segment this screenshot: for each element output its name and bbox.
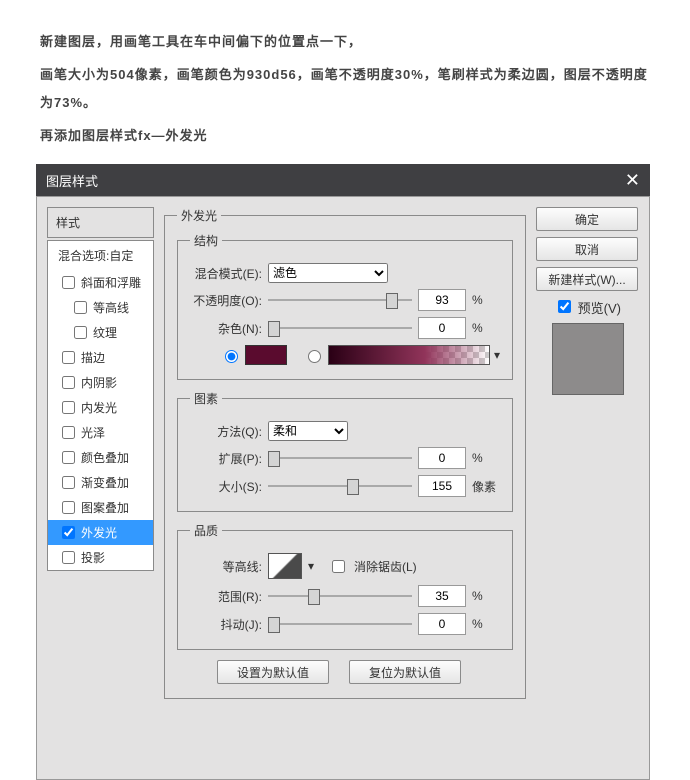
intro-line3: 再添加图层样式fx—外发光: [40, 122, 650, 151]
preview-checkbox[interactable]: [558, 300, 571, 313]
jitter-input[interactable]: [418, 613, 466, 635]
intro-line2: 画笔大小为504像素，画笔颜色为930d56，画笔不透明度30%，笔刷样式为柔边…: [40, 61, 650, 118]
color-swatch[interactable]: [245, 345, 287, 365]
style-item-satin[interactable]: 光泽: [48, 420, 153, 445]
noise-input[interactable]: [418, 317, 466, 339]
close-icon[interactable]: ✕: [625, 170, 640, 191]
gradient-picker[interactable]: [328, 345, 490, 365]
style-item-dropshadow[interactable]: 投影: [48, 545, 153, 570]
preview-label: 预览(V): [578, 301, 621, 316]
elements-legend: 图素: [190, 390, 222, 407]
blend-options-header[interactable]: 混合选项:自定: [48, 241, 153, 270]
contour-picker[interactable]: [268, 553, 302, 579]
new-style-button[interactable]: 新建样式(W)...: [536, 267, 638, 291]
center-panel: 外发光 结构 混合模式(E): 滤色 不透明度(O): %: [164, 207, 526, 709]
quality-group: 品质 等高线: ▾ 消除锯齿(L) 范围(R): % 抖动(J):: [177, 522, 513, 650]
checkbox-patternoverlay[interactable]: [62, 501, 75, 514]
antialias-checkbox[interactable]: [332, 560, 345, 573]
jitter-slider[interactable]: [268, 617, 412, 631]
spread-slider[interactable]: [268, 451, 412, 465]
style-item-innerglow[interactable]: 内发光: [48, 395, 153, 420]
style-item-coloroverlay[interactable]: 颜色叠加: [48, 445, 153, 470]
spread-label: 扩展(P):: [190, 450, 262, 467]
structure-legend: 结构: [190, 232, 222, 249]
jitter-unit: %: [472, 617, 500, 631]
style-item-bevel[interactable]: 斜面和浮雕: [48, 270, 153, 295]
method-label: 方法(Q):: [190, 423, 262, 440]
spread-unit: %: [472, 451, 500, 465]
style-list: 混合选项:自定 斜面和浮雕 等高线 纹理 描边 内阴影 内发光 光泽 颜色叠加 …: [47, 240, 154, 571]
size-label: 大小(S):: [190, 478, 262, 495]
style-item-texture[interactable]: 纹理: [48, 320, 153, 345]
checkbox-contour[interactable]: [74, 301, 87, 314]
right-panel: 确定 取消 新建样式(W)... 预览(V): [536, 207, 639, 709]
style-item-outerglow[interactable]: 外发光: [48, 520, 153, 545]
checkbox-bevel[interactable]: [62, 276, 75, 289]
quality-legend: 品质: [190, 522, 222, 539]
reset-default-button[interactable]: 复位为默认值: [349, 660, 461, 684]
style-item-innershadow[interactable]: 内阴影: [48, 370, 153, 395]
range-input[interactable]: [418, 585, 466, 607]
size-input[interactable]: [418, 475, 466, 497]
jitter-label: 抖动(J):: [190, 616, 262, 633]
range-label: 范围(R):: [190, 588, 262, 605]
layer-style-dialog: 图层样式 ✕ 样式 混合选项:自定 斜面和浮雕 等高线 纹理 描边 内阴影 内发…: [36, 164, 650, 780]
opacity-slider[interactable]: [268, 293, 412, 307]
style-item-patternoverlay[interactable]: 图案叠加: [48, 495, 153, 520]
antialias-label: 消除锯齿(L): [354, 558, 417, 575]
contour-label: 等高线:: [190, 558, 262, 575]
color-radio[interactable]: [225, 350, 238, 363]
opacity-label: 不透明度(O):: [190, 292, 262, 309]
noise-unit: %: [472, 321, 500, 335]
style-item-gradientoverlay[interactable]: 渐变叠加: [48, 470, 153, 495]
gradient-dropdown-icon[interactable]: ▾: [494, 348, 500, 362]
size-slider[interactable]: [268, 479, 412, 493]
left-panel: 样式 混合选项:自定 斜面和浮雕 等高线 纹理 描边 内阴影 内发光 光泽 颜色…: [47, 207, 154, 709]
method-select[interactable]: 柔和: [268, 421, 348, 441]
checkbox-innershadow[interactable]: [62, 376, 75, 389]
contour-dropdown-icon[interactable]: ▾: [308, 559, 314, 573]
opacity-input[interactable]: [418, 289, 466, 311]
checkbox-stroke[interactable]: [62, 351, 75, 364]
style-item-contour[interactable]: 等高线: [48, 295, 153, 320]
outer-glow-group: 外发光 结构 混合模式(E): 滤色 不透明度(O): %: [164, 207, 526, 699]
styles-header[interactable]: 样式: [47, 207, 154, 238]
checkbox-texture[interactable]: [74, 326, 87, 339]
checkbox-satin[interactable]: [62, 426, 75, 439]
noise-label: 杂色(N):: [190, 320, 262, 337]
preview-thumbnail: [552, 323, 624, 395]
blendmode-select[interactable]: 滤色: [268, 263, 388, 283]
size-unit: 像素: [472, 478, 500, 495]
spread-input[interactable]: [418, 447, 466, 469]
checkbox-gradientoverlay[interactable]: [62, 476, 75, 489]
gradient-radio[interactable]: [308, 350, 321, 363]
intro-text: 新建图层，用画笔工具在车中间偏下的位置点一下， 画笔大小为504像素，画笔颜色为…: [0, 0, 690, 164]
group-outerglow-legend: 外发光: [177, 207, 221, 224]
range-slider[interactable]: [268, 589, 412, 603]
style-item-stroke[interactable]: 描边: [48, 345, 153, 370]
opacity-unit: %: [472, 293, 500, 307]
checkbox-innerglow[interactable]: [62, 401, 75, 414]
blendmode-label: 混合模式(E):: [190, 265, 262, 282]
noise-slider[interactable]: [268, 321, 412, 335]
cancel-button[interactable]: 取消: [536, 237, 638, 261]
elements-group: 图素 方法(Q): 柔和 扩展(P): % 大小(S):: [177, 390, 513, 512]
checkbox-outerglow[interactable]: [62, 526, 75, 539]
intro-line1: 新建图层，用画笔工具在车中间偏下的位置点一下，: [40, 28, 650, 57]
structure-group: 结构 混合模式(E): 滤色 不透明度(O): % 杂色(N):: [177, 232, 513, 380]
checkbox-dropshadow[interactable]: [62, 551, 75, 564]
make-default-button[interactable]: 设置为默认值: [217, 660, 329, 684]
ok-button[interactable]: 确定: [536, 207, 638, 231]
checkbox-coloroverlay[interactable]: [62, 451, 75, 464]
range-unit: %: [472, 589, 500, 603]
dialog-titlebar[interactable]: 图层样式 ✕: [36, 164, 650, 196]
dialog-title: 图层样式: [46, 171, 98, 190]
